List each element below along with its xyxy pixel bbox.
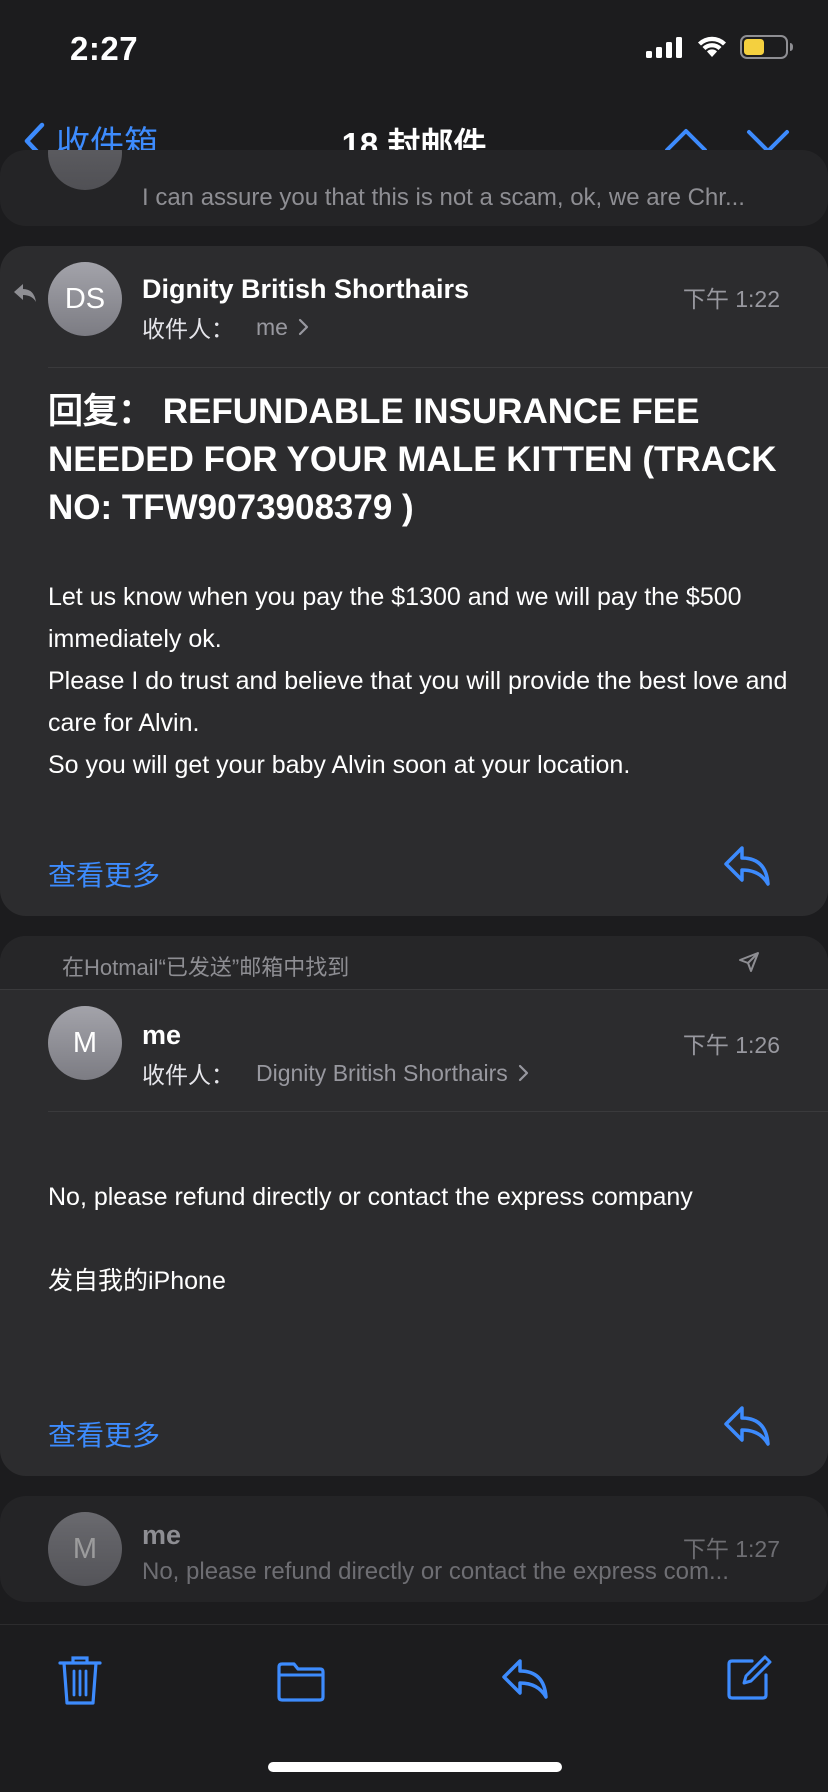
recipient-row[interactable]: 收件人： me bbox=[142, 310, 310, 344]
email-preview: No, please refund directly or contact th… bbox=[142, 1558, 729, 1585]
reply-icon[interactable] bbox=[722, 844, 772, 888]
chevron-right-icon bbox=[518, 1064, 528, 1082]
wifi-icon bbox=[698, 36, 726, 57]
found-in-sent-banner: 在Hotmail“已发送”邮箱中找到 bbox=[0, 936, 828, 990]
to-label: 收件人： bbox=[142, 316, 234, 342]
avatar: DS bbox=[48, 262, 122, 336]
recipient-row[interactable]: 收件人： Dignity British Shorthairs bbox=[142, 1056, 530, 1090]
email-body: No, please refund directly or contact th… bbox=[48, 1176, 788, 1302]
to-label: 收件人： bbox=[142, 1062, 234, 1088]
email-card-me-sent: 在Hotmail“已发送”邮箱中找到 M me 收件人： Dignity Bri… bbox=[0, 936, 828, 1476]
see-more-link[interactable]: 查看更多 bbox=[48, 854, 160, 894]
to-value: me bbox=[256, 313, 288, 340]
status-icons bbox=[646, 34, 794, 60]
battery-icon bbox=[740, 35, 793, 59]
body-line: Please I do trust and believe that you w… bbox=[48, 667, 788, 737]
header-divider bbox=[48, 1111, 828, 1112]
avatar: M bbox=[48, 1006, 122, 1080]
mail-thread-screen: 2:27 收件箱 18 封邮件 I can assure you that th… bbox=[0, 0, 828, 1792]
sender-name: Dignity British Shorthairs bbox=[142, 274, 470, 304]
header-divider bbox=[48, 367, 828, 368]
email-time: 下午 1:22 bbox=[682, 286, 780, 312]
cellular-signal-icon bbox=[646, 37, 682, 58]
avatar: M bbox=[48, 1512, 122, 1586]
email-body: Let us know when you pay the $1300 and w… bbox=[48, 576, 788, 786]
email-subject: 回复： REFUNDABLE INSURANCE FEE NEEDED FOR … bbox=[48, 392, 777, 527]
status-time: 2:27 bbox=[70, 30, 139, 67]
sender-name: me bbox=[142, 1520, 182, 1550]
reply-icon[interactable] bbox=[722, 1404, 772, 1448]
see-more-link[interactable]: 查看更多 bbox=[48, 1414, 160, 1454]
email-card-dignity: DS Dignity British Shorthairs 收件人： me 下午… bbox=[0, 246, 828, 916]
folder-icon[interactable] bbox=[276, 1661, 326, 1703]
email-preview: I can assure you that this is not a scam… bbox=[142, 184, 745, 211]
home-indicator bbox=[268, 1762, 562, 1772]
body-line: So you will get your baby Alvin soon at … bbox=[48, 751, 631, 779]
body-line: 发自我的iPhone bbox=[48, 1267, 226, 1295]
sent-plane-icon bbox=[739, 952, 759, 972]
chevron-right-icon bbox=[298, 318, 309, 336]
trash-icon[interactable] bbox=[58, 1655, 102, 1707]
to-value: Dignity British Shorthairs bbox=[256, 1059, 508, 1086]
reply-icon[interactable] bbox=[500, 1657, 550, 1703]
sender-name: me bbox=[142, 1020, 182, 1050]
status-bar: 2:27 bbox=[0, 0, 828, 100]
reply-indicator-icon bbox=[14, 284, 36, 302]
compose-icon[interactable] bbox=[726, 1655, 772, 1701]
email-time: 下午 1:26 bbox=[682, 1032, 780, 1058]
email-card-collapsed[interactable]: M me 下午 1:27 No, please refund directly … bbox=[0, 1496, 828, 1602]
body-line bbox=[48, 1218, 788, 1260]
body-line: No, please refund directly or contact th… bbox=[48, 1183, 693, 1211]
found-in-sent-label: 在Hotmail“已发送”邮箱中找到 bbox=[62, 955, 350, 980]
body-line: Let us know when you pay the $1300 and w… bbox=[48, 583, 742, 653]
